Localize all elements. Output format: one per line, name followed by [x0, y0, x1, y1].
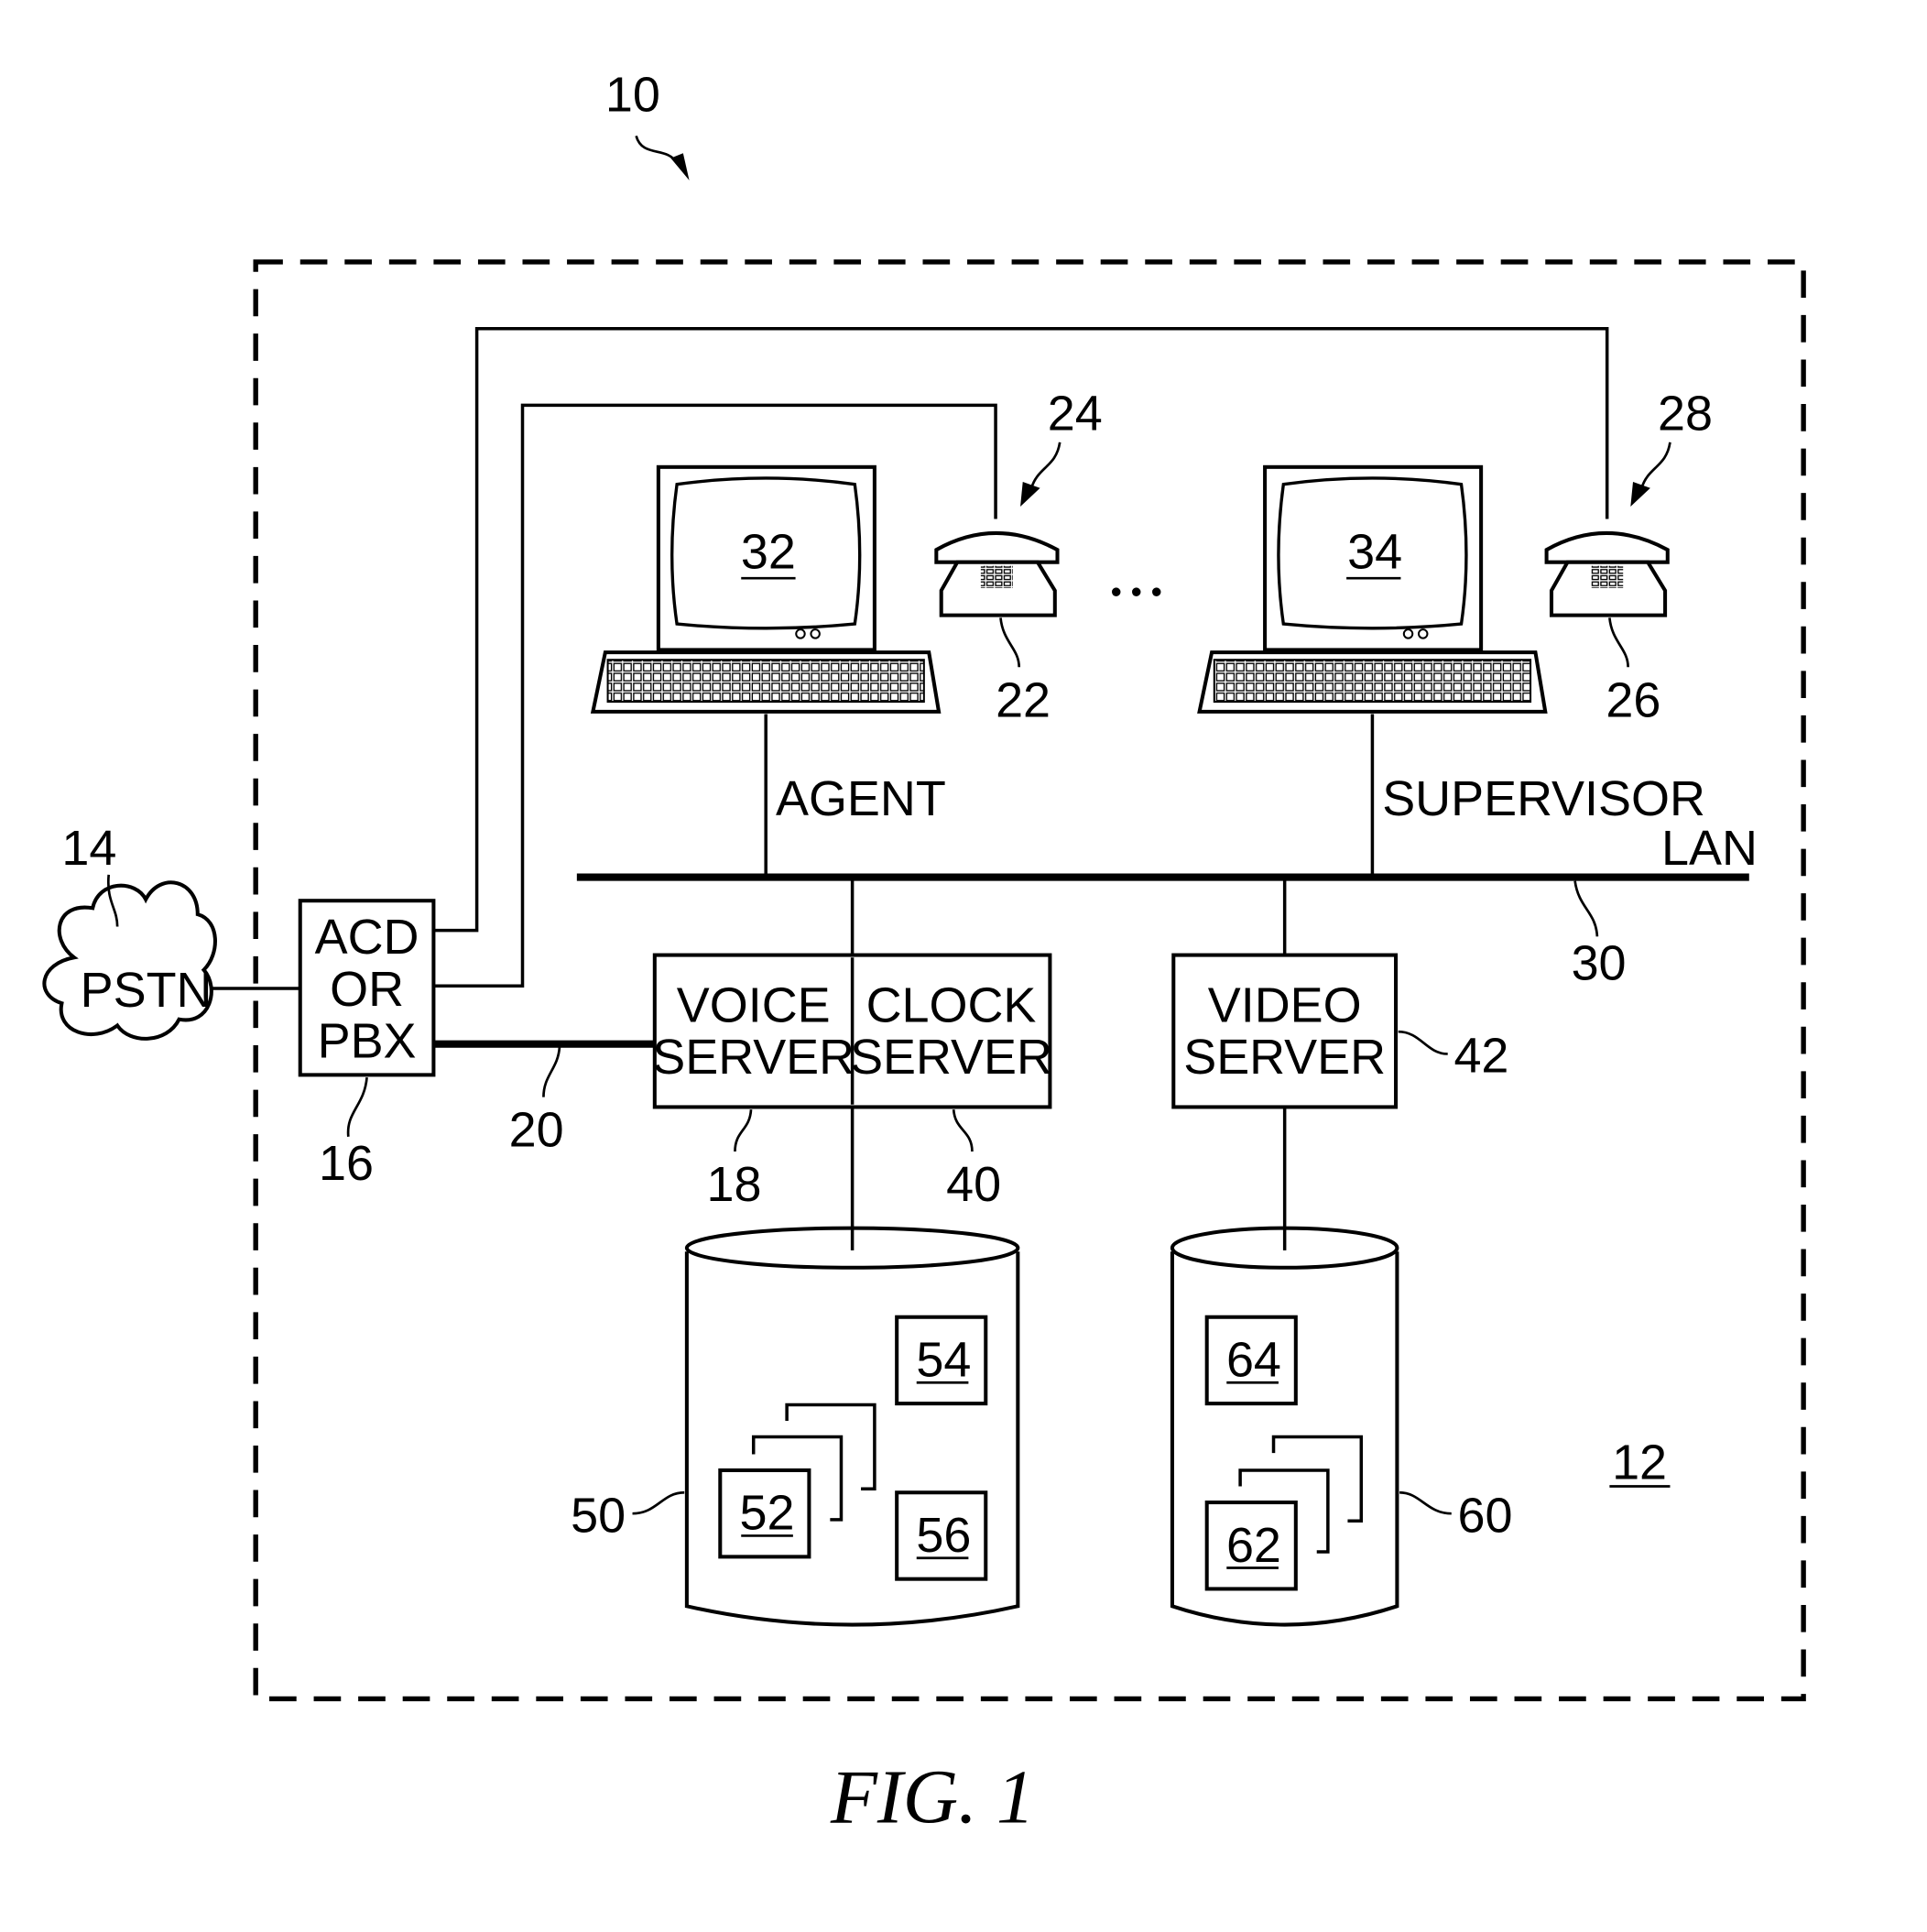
ref-video-db-leader — [1399, 1490, 1452, 1515]
diagram-canvas: 10 12 PSTN 14 ACD OR PBX 16 20 32 AGENT … — [42, 67, 1806, 1839]
ref-acd-leader — [346, 1076, 368, 1137]
supervisor-workstation-ref: 34 — [1347, 524, 1402, 579]
patent-figure: 10 12 PSTN 14 ACD OR PBX 16 20 32 AGENT … — [0, 0, 1927, 1927]
ref-system-leader — [635, 135, 679, 164]
voice-clock-server: VOICE SERVER CLOCK SERVER — [652, 953, 1052, 1109]
ref-agent-phone-leader — [999, 617, 1021, 668]
ref-agent-station: 24 — [1048, 386, 1103, 441]
arrowhead-icon — [1020, 482, 1040, 507]
ref-video-leader — [1398, 1030, 1448, 1055]
acd-pbx-box: ACD OR PBX — [298, 899, 436, 1077]
item-64-label: 64 — [1226, 1332, 1281, 1387]
ref-boundary: 12 — [1612, 1435, 1667, 1490]
item-52-label: 52 — [740, 1486, 795, 1541]
ref-acd: 16 — [319, 1136, 374, 1191]
voice-server-line-1: VOICE — [677, 977, 831, 1032]
ref-pstn: 14 — [61, 821, 116, 876]
item-56-label: 56 — [916, 1508, 971, 1563]
clock-server-line-1: CLOCK — [866, 977, 1037, 1032]
keypad — [1591, 565, 1624, 588]
keypad — [980, 565, 1013, 588]
ref-video-server: 42 — [1453, 1029, 1508, 1084]
ref-clock-server: 40 — [946, 1157, 1001, 1212]
supervisor-phone — [1544, 531, 1670, 617]
ref-clock-leader — [952, 1109, 974, 1152]
ref-lan-leader — [1573, 880, 1599, 937]
lan-label: LAN — [1661, 821, 1758, 876]
ref-voice-server: 18 — [706, 1157, 761, 1212]
agent-workstation-ref: 32 — [741, 524, 796, 579]
ref-supervisor-station: 28 — [1658, 386, 1713, 441]
arrowhead-icon — [670, 153, 690, 180]
ref-supervisor-phone: 26 — [1606, 672, 1660, 727]
ref-trunk: 20 — [509, 1103, 564, 1158]
voice-server-line-2: SERVER — [652, 1030, 855, 1085]
ref-lan: 30 — [1572, 936, 1627, 991]
ref-agent-phone: 22 — [996, 672, 1051, 727]
pstn-label: PSTN — [81, 963, 212, 1018]
pstn-cloud: PSTN — [42, 880, 217, 1041]
ref-voice-db: 50 — [571, 1488, 626, 1543]
acd-line-3: PBX — [318, 1014, 417, 1069]
ref-voice-leader — [734, 1109, 753, 1152]
acd-line-1: ACD — [315, 910, 419, 965]
ref-trunk-leader — [542, 1046, 561, 1097]
video-server-line-2: SERVER — [1183, 1030, 1386, 1085]
voice-database: 52 54 56 — [684, 1226, 1020, 1627]
item-62-label: 62 — [1226, 1518, 1281, 1573]
ref-system: 10 — [605, 67, 660, 122]
ref-voice-db-leader — [632, 1490, 685, 1515]
handset-icon — [934, 531, 1060, 564]
keys — [606, 659, 925, 704]
keys — [1213, 659, 1532, 704]
supervisor-workstation: 34 — [1197, 464, 1548, 714]
arrowhead-icon — [1630, 482, 1650, 507]
ref-supervisor-station-leader — [1640, 442, 1671, 489]
handset-icon — [1544, 531, 1670, 564]
more-stations-ellipsis: • • • — [1111, 574, 1162, 610]
video-database: 64 62 — [1170, 1226, 1399, 1627]
agent-workstation: 32 — [590, 464, 942, 714]
supervisor-label: SUPERVISOR — [1382, 771, 1705, 826]
video-server-line-1: VIDEO — [1208, 977, 1362, 1032]
agent-label: AGENT — [776, 771, 946, 826]
acd-line-2: OR — [330, 962, 404, 1017]
video-server: VIDEO SERVER — [1171, 953, 1399, 1109]
ref-video-db: 60 — [1457, 1488, 1512, 1543]
agent-phone — [934, 531, 1060, 617]
item-54-label: 54 — [916, 1332, 971, 1387]
ref-agent-station-leader — [1029, 442, 1061, 489]
figure-caption: FIG. 1 — [830, 1754, 1035, 1839]
clock-server-line-2: SERVER — [850, 1030, 1052, 1085]
ref-supervisor-phone-leader — [1608, 617, 1629, 668]
